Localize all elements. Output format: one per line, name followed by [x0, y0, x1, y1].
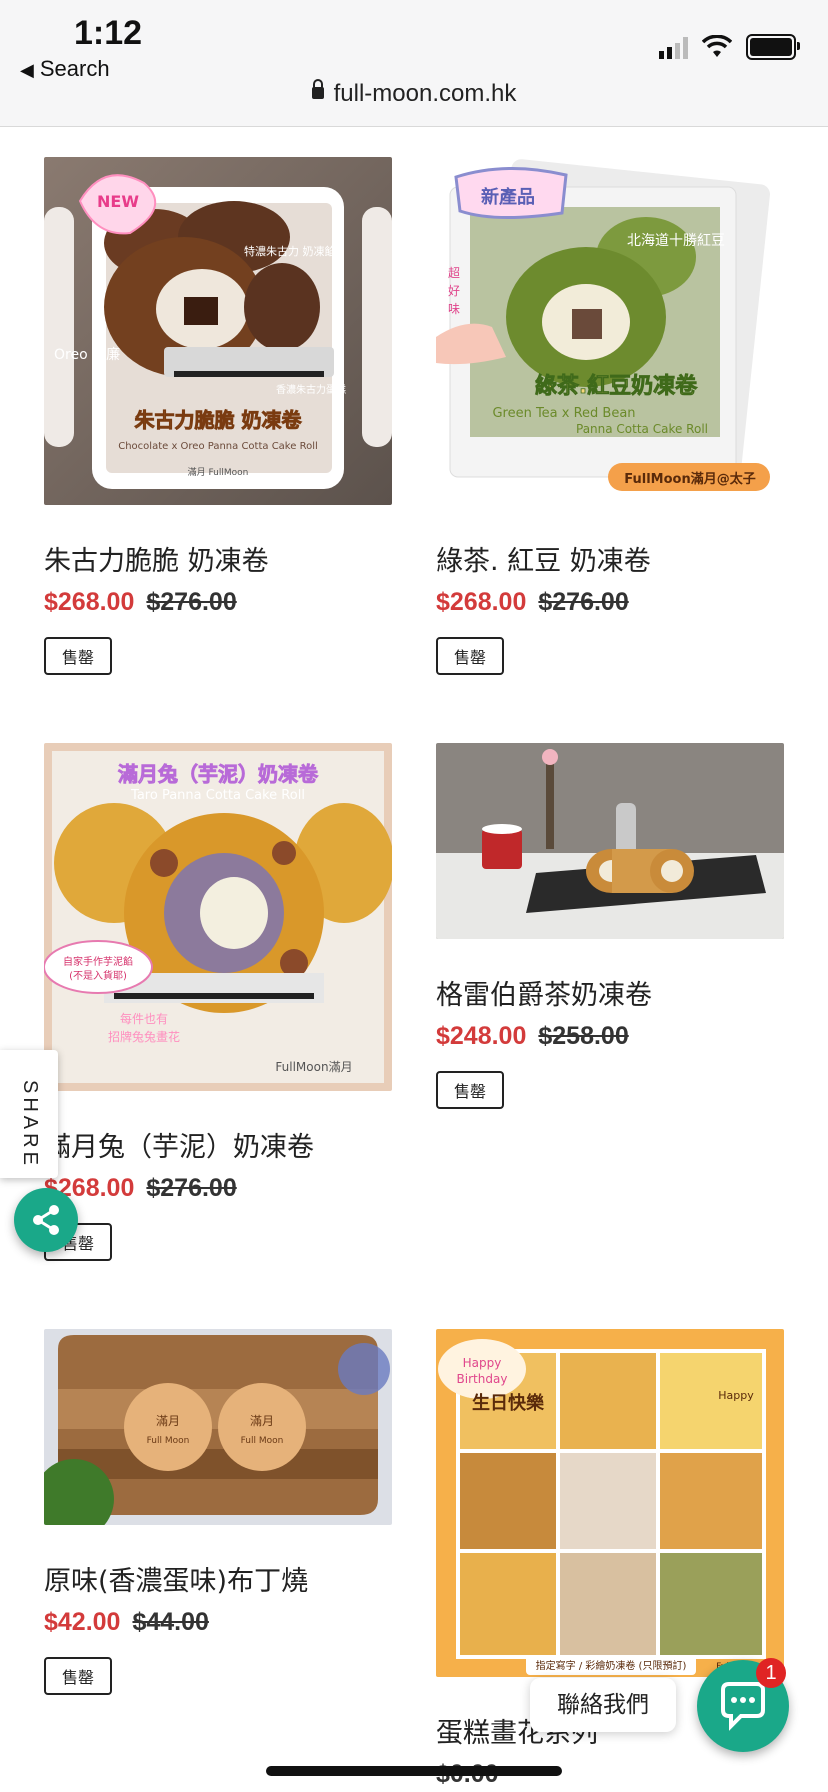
- svg-text:Happy: Happy: [463, 1356, 502, 1370]
- battery-icon: [746, 34, 800, 60]
- contact-us-button[interactable]: 聯絡我們: [530, 1678, 676, 1732]
- svg-text:滿月: 滿月: [250, 1414, 274, 1428]
- svg-text:指定寫字 / 彩繪奶凍卷 (只限預訂): 指定寫字 / 彩繪奶凍卷 (只限預訂): [536, 1659, 687, 1672]
- svg-text:朱古力脆脆 奶凍卷: 朱古力脆脆 奶凍卷: [135, 408, 303, 432]
- price-row: $248.00 $258.00: [436, 1022, 784, 1051]
- price-row: $268.00 $276.00: [44, 1174, 392, 1203]
- sale-price: $42.00: [44, 1608, 121, 1636]
- svg-text:特濃朱古力 奶凍餡: 特濃朱古力 奶凍餡: [244, 244, 336, 258]
- status-icons: [659, 34, 800, 60]
- svg-text:招牌兔兔畫花: 招牌兔兔畫花: [108, 1029, 180, 1044]
- svg-text:北海道十勝紅豆: 北海道十勝紅豆: [627, 233, 725, 249]
- price-row: $42.00 $44.00: [44, 1608, 392, 1637]
- svg-text:超: 超: [448, 265, 460, 280]
- share-tab[interactable]: SHARE: [0, 1050, 58, 1178]
- taro-roll-photo: 滿月兔（芋泥）奶凍卷 Taro Panna Cotta Cake Roll 自家…: [44, 743, 392, 1091]
- original-price: $276.00: [146, 1174, 237, 1202]
- product-image[interactable]: 朱古力脆脆 奶凍卷 Chocolate x Oreo Panna Cotta C…: [44, 157, 392, 505]
- svg-text:Happy: Happy: [718, 1389, 754, 1402]
- signal-icon: [659, 35, 688, 59]
- share-button[interactable]: [14, 1188, 78, 1252]
- url-text: full-moon.com.hk: [333, 80, 517, 107]
- green-tea-roll-photo: 新產品 北海道十勝紅豆 超 好 味 綠茶.紅豆奶凍卷 Green Tea x R…: [436, 157, 784, 505]
- cake-art-collage-photo: Happy Birthday 生日快樂 Happy 指定寫字 / 彩繪奶凍卷 (…: [436, 1329, 784, 1677]
- svg-text:新產品: 新產品: [481, 186, 535, 208]
- sale-price: $248.00: [436, 1022, 527, 1050]
- sold-out-badge: 售罄: [44, 637, 113, 675]
- address-bar[interactable]: full-moon.com.hk: [0, 78, 828, 108]
- product-name[interactable]: 格雷伯爵茶奶凍卷: [436, 973, 784, 1012]
- svg-text:Green Tea x Red Bean: Green Tea x Red Bean: [492, 406, 635, 421]
- back-arrow-icon: ◀: [20, 60, 34, 80]
- product-name[interactable]: 滿月兔（芋泥）奶凍卷: [44, 1125, 392, 1164]
- browser-top-bar: 1:12 ◀ Search full-moon.com.hk: [0, 0, 828, 127]
- product-name[interactable]: 朱古力脆脆 奶凍卷: [44, 539, 392, 578]
- svg-text:FullMoon滿月@太子: FullMoon滿月@太子: [624, 471, 755, 487]
- svg-text:Taro Panna Cotta Cake Roll: Taro Panna Cotta Cake Roll: [130, 788, 305, 803]
- product-image[interactable]: 滿月 Full Moon 滿月 Full Moon: [44, 1329, 392, 1525]
- sale-price: $268.00: [436, 588, 527, 616]
- product-card[interactable]: 新產品 北海道十勝紅豆 超 好 味 綠茶.紅豆奶凍卷 Green Tea x R…: [436, 157, 784, 675]
- product-image[interactable]: Happy Birthday 生日快樂 Happy 指定寫字 / 彩繪奶凍卷 (…: [436, 1329, 784, 1677]
- back-to-search-link[interactable]: ◀ Search: [20, 56, 110, 82]
- svg-text:味: 味: [448, 302, 460, 316]
- price-row: $268.00 $276.00: [44, 588, 392, 617]
- share-icon: [33, 1205, 59, 1235]
- sold-out-badge: 售罄: [44, 1657, 113, 1695]
- product-image[interactable]: 滿月兔（芋泥）奶凍卷 Taro Panna Cotta Cake Roll 自家…: [44, 743, 392, 1091]
- product-card[interactable]: 滿月 Full Moon 滿月 Full Moon 原味(香濃蛋味)布丁燒 $4…: [44, 1329, 392, 1695]
- home-indicator[interactable]: [266, 1766, 562, 1776]
- earl-grey-roll-photo: [436, 743, 784, 939]
- sold-out-badge: 售罄: [436, 637, 505, 675]
- wifi-icon: [702, 35, 732, 57]
- svg-text:NEW: NEW: [97, 192, 139, 211]
- svg-text:滿月 FullMoon: 滿月 FullMoon: [188, 466, 249, 478]
- svg-text:Oreo 忌廉: Oreo 忌廉: [54, 346, 120, 363]
- chocolate-roll-photo: 朱古力脆脆 奶凍卷 Chocolate x Oreo Panna Cotta C…: [44, 157, 392, 505]
- product-card[interactable]: 朱古力脆脆 奶凍卷 Chocolate x Oreo Panna Cotta C…: [44, 157, 392, 675]
- svg-text:(不是入貨耶): (不是入貨耶): [69, 969, 127, 982]
- product-name[interactable]: 綠茶. 紅豆 奶凍卷: [436, 539, 784, 578]
- product-image[interactable]: 新產品 北海道十勝紅豆 超 好 味 綠茶.紅豆奶凍卷 Green Tea x R…: [436, 157, 784, 505]
- svg-text:Panna Cotta Cake Roll: Panna Cotta Cake Roll: [576, 422, 708, 436]
- svg-text:FullMoon滿月: FullMoon滿月: [275, 1060, 352, 1074]
- svg-text:生日快樂: 生日快樂: [472, 1392, 545, 1414]
- svg-text:滿月兔（芋泥）奶凍卷: 滿月兔（芋泥）奶凍卷: [118, 762, 319, 786]
- original-price: $258.00: [538, 1022, 629, 1050]
- status-time: 1:12: [74, 14, 143, 52]
- svg-text:綠茶.紅豆奶凍卷: 綠茶.紅豆奶凍卷: [535, 373, 698, 399]
- product-card[interactable]: 格雷伯爵茶奶凍卷 $248.00 $258.00 售罄: [436, 743, 784, 1109]
- svg-text:每件也有: 每件也有: [120, 1011, 168, 1026]
- lock-icon: [311, 78, 324, 99]
- sale-price: $268.00: [44, 588, 135, 616]
- svg-text:自家手作芋泥餡: 自家手作芋泥餡: [63, 955, 133, 968]
- sold-out-badge: 售罄: [436, 1071, 505, 1109]
- svg-text:Full Moon: Full Moon: [147, 1436, 190, 1446]
- svg-text:Full Moon: Full Moon: [241, 1436, 284, 1446]
- svg-text:滿月: 滿月: [156, 1414, 180, 1428]
- product-name[interactable]: 原味(香濃蛋味)布丁燒: [44, 1559, 392, 1598]
- original-price: $276.00: [146, 588, 237, 616]
- share-label: SHARE: [19, 1080, 41, 1169]
- original-price: $276.00: [538, 588, 629, 616]
- svg-text:香濃朱古力蛋糕: 香濃朱古力蛋糕: [276, 383, 346, 396]
- product-card[interactable]: 滿月兔（芋泥）奶凍卷 Taro Panna Cotta Cake Roll 自家…: [44, 743, 392, 1261]
- svg-text:好: 好: [448, 284, 460, 298]
- back-label: Search: [39, 56, 110, 81]
- price-row: $268.00 $276.00: [436, 588, 784, 617]
- svg-text:Birthday: Birthday: [457, 1372, 508, 1386]
- unread-count-badge: 1: [756, 1658, 786, 1688]
- pudding-cake-photo: 滿月 Full Moon 滿月 Full Moon: [44, 1329, 392, 1525]
- original-price: $44.00: [132, 1608, 209, 1636]
- product-image[interactable]: [436, 743, 784, 939]
- svg-text:Chocolate x Oreo Panna Cotta C: Chocolate x Oreo Panna Cotta Cake Roll: [118, 441, 318, 452]
